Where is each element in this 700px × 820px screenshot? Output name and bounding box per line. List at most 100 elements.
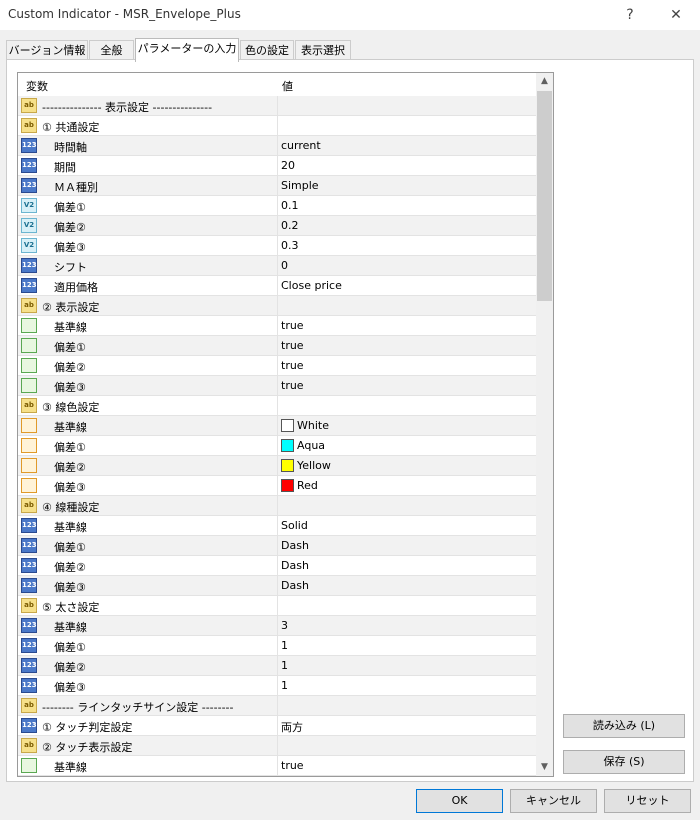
parameter-value[interactable]: 0.3 <box>281 239 299 252</box>
parameter-value[interactable]: 1 <box>281 639 288 652</box>
variable-cell: V2 偏差① <box>18 196 278 215</box>
integer-type-icon: 123 <box>21 578 37 593</box>
load-button[interactable]: 読み込み (L) <box>563 714 685 738</box>
variable-name: ＭＡ種別 <box>54 181 98 194</box>
parameter-value[interactable]: Aqua <box>297 439 325 452</box>
variable-cell: 123 基準線 <box>18 516 278 535</box>
parameter-grid: 変数 値 ab --------------- 表示設定 ------------… <box>17 72 554 777</box>
parameter-row[interactable]: 123 基準線 Solid <box>18 516 536 536</box>
parameter-value[interactable]: true <box>281 319 304 332</box>
parameter-row[interactable]: 基準線 true <box>18 756 536 776</box>
parameter-row[interactable]: ab ③ 線色設定 <box>18 396 536 416</box>
variable-name: 偏差① <box>54 341 86 354</box>
parameter-value[interactable]: 3 <box>281 619 288 632</box>
parameter-row[interactable]: 偏差② true <box>18 356 536 376</box>
close-button[interactable]: ✕ <box>663 4 689 26</box>
parameter-row[interactable]: V2 偏差③ 0.3 <box>18 236 536 256</box>
parameter-row[interactable]: 123 シフト 0 <box>18 256 536 276</box>
parameter-row[interactable]: 基準線 White <box>18 416 536 436</box>
parameter-row[interactable]: 123 偏差① 1 <box>18 636 536 656</box>
parameter-value[interactable]: 1 <box>281 659 288 672</box>
scroll-up-icon[interactable]: ▲ <box>536 73 553 90</box>
parameter-row[interactable]: 123 偏差② 1 <box>18 656 536 676</box>
parameter-row[interactable]: 123 期間 20 <box>18 156 536 176</box>
variable-name: 偏差③ <box>54 241 86 254</box>
reset-button[interactable]: リセット <box>604 789 691 813</box>
help-button[interactable]: ? <box>617 4 643 26</box>
integer-type-icon: 123 <box>21 258 37 273</box>
tab-colors[interactable]: 色の設定 <box>240 40 294 60</box>
parameter-value[interactable]: Yellow <box>297 459 331 472</box>
parameter-row[interactable]: 123 偏差③ 1 <box>18 676 536 696</box>
parameter-row[interactable]: ab ④ 線種設定 <box>18 496 536 516</box>
parameter-value[interactable]: 20 <box>281 159 295 172</box>
parameter-value[interactable]: Simple <box>281 179 319 192</box>
parameter-value[interactable]: Dash <box>281 539 309 552</box>
parameter-row[interactable]: ab -------- ラインタッチサイン設定 -------- <box>18 696 536 716</box>
double-type-icon: V2 <box>21 218 37 233</box>
parameter-value[interactable]: true <box>281 379 304 392</box>
parameter-row[interactable]: 偏差① true <box>18 336 536 356</box>
variable-name: 偏差③ <box>54 581 86 594</box>
parameter-value[interactable]: Dash <box>281 579 309 592</box>
variable-name: ② 表示設定 <box>42 301 100 314</box>
vertical-scrollbar[interactable]: ▲ ▼ <box>536 73 553 776</box>
variable-name: シフト <box>54 261 87 274</box>
parameter-row[interactable]: 123 基準線 3 <box>18 616 536 636</box>
parameter-row[interactable]: 123 適用価格 Close price <box>18 276 536 296</box>
cancel-button[interactable]: キャンセル <box>510 789 597 813</box>
parameter-value[interactable]: Dash <box>281 559 309 572</box>
parameter-value[interactable]: Solid <box>281 519 308 532</box>
tab-general[interactable]: 全般 <box>89 40 134 60</box>
variable-cell: 123 期間 <box>18 156 278 175</box>
parameter-value[interactable]: true <box>281 759 304 772</box>
parameter-value[interactable]: 0.1 <box>281 199 299 212</box>
parameter-value[interactable]: 1 <box>281 679 288 692</box>
color-type-icon <box>21 438 37 453</box>
grid-header: 変数 値 <box>18 73 536 97</box>
parameter-value[interactable]: 両方 <box>281 719 303 735</box>
parameter-row[interactable]: ab ② 表示設定 <box>18 296 536 316</box>
parameter-row[interactable]: ab --------------- 表示設定 --------------- <box>18 96 536 116</box>
parameter-row[interactable]: ab ② タッチ表示設定 <box>18 736 536 756</box>
parameter-row[interactable]: V2 偏差① 0.1 <box>18 196 536 216</box>
parameter-row[interactable]: 123 ＭＡ種別 Simple <box>18 176 536 196</box>
tab-visualization[interactable]: 表示選択 <box>295 40 351 60</box>
variable-cell: 基準線 <box>18 756 278 775</box>
parameter-value[interactable]: Close price <box>281 279 342 292</box>
variable-name: 偏差① <box>54 201 86 214</box>
parameter-value[interactable]: 0 <box>281 259 288 272</box>
parameter-row[interactable]: 123 ① タッチ判定設定 両方 <box>18 716 536 736</box>
parameter-row[interactable]: 偏差② Yellow <box>18 456 536 476</box>
variable-name: ① タッチ判定設定 <box>42 721 133 734</box>
variable-cell: ab ④ 線種設定 <box>18 496 278 515</box>
parameter-value[interactable]: current <box>281 139 321 152</box>
parameter-row[interactable]: ab ⑤ 太さ設定 <box>18 596 536 616</box>
parameter-row[interactable]: 偏差① Aqua <box>18 436 536 456</box>
parameter-row[interactable]: 基準線 true <box>18 316 536 336</box>
parameter-row[interactable]: 123 時間軸 current <box>18 136 536 156</box>
parameter-row[interactable]: ab ① 共通設定 <box>18 116 536 136</box>
variable-cell: 123 基準線 <box>18 616 278 635</box>
parameter-row[interactable]: 偏差③ Red <box>18 476 536 496</box>
parameter-row[interactable]: 123 偏差① Dash <box>18 536 536 556</box>
save-button[interactable]: 保存 (S) <box>563 750 685 774</box>
parameter-row[interactable]: 123 偏差② Dash <box>18 556 536 576</box>
tab-inputs[interactable]: パラメーターの入力 <box>135 38 239 62</box>
parameter-value[interactable]: White <box>297 419 329 432</box>
parameter-value[interactable]: 0.2 <box>281 219 299 232</box>
variable-cell: 123 偏差② <box>18 556 278 575</box>
title-bar: Custom Indicator - MSR_Envelope_Plus ? ✕ <box>0 0 700 30</box>
variable-name: 基準線 <box>54 321 87 334</box>
parameter-value[interactable]: true <box>281 339 304 352</box>
parameter-row[interactable]: V2 偏差② 0.2 <box>18 216 536 236</box>
parameter-row[interactable]: 123 偏差③ Dash <box>18 576 536 596</box>
parameter-row[interactable]: 偏差③ true <box>18 376 536 396</box>
variable-cell: 基準線 <box>18 416 278 435</box>
scroll-thumb[interactable] <box>537 91 552 301</box>
tab-version-info[interactable]: バージョン情報 <box>6 40 88 60</box>
scroll-down-icon[interactable]: ▼ <box>536 759 553 776</box>
parameter-value[interactable]: true <box>281 359 304 372</box>
ok-button[interactable]: OK <box>416 789 503 813</box>
parameter-value[interactable]: Red <box>297 479 318 492</box>
